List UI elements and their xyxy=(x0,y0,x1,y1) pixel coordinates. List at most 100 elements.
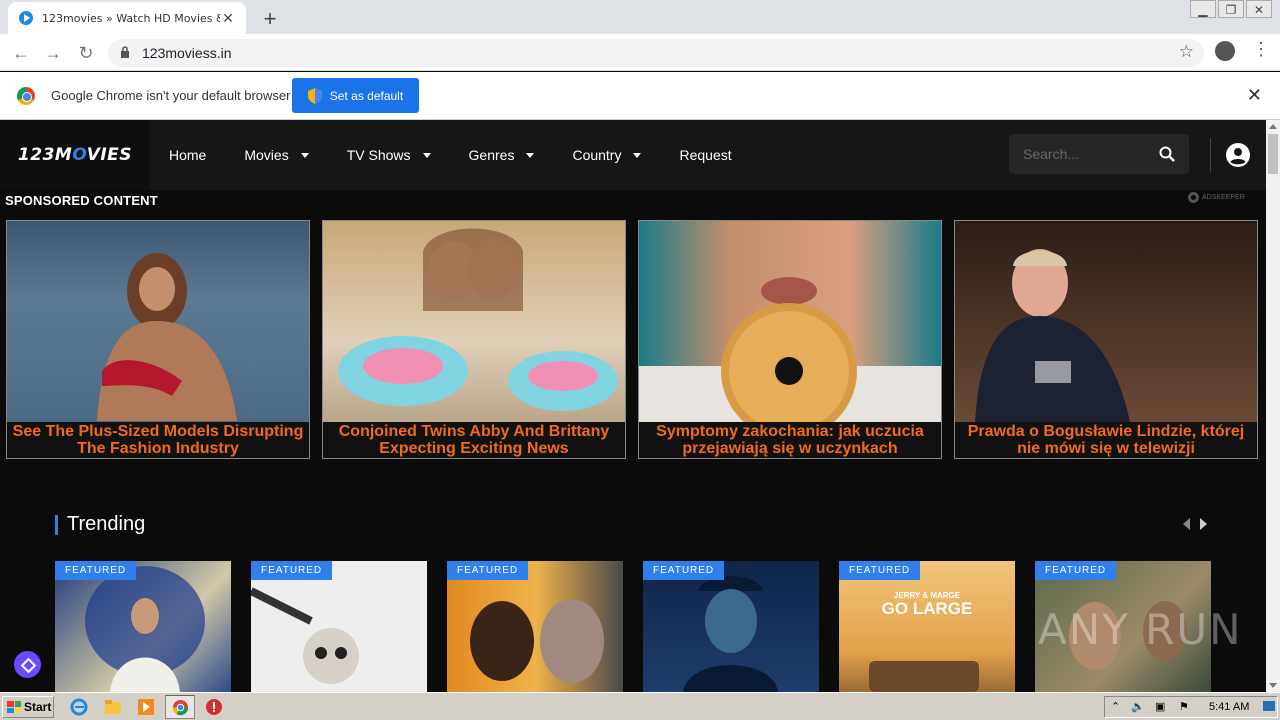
site-logo[interactable]: 123MOVIES xyxy=(0,120,150,190)
internet-explorer-icon[interactable] xyxy=(70,698,88,716)
browser-toolbar: ← → ↻ 123moviess.in ☆ xyxy=(0,34,1280,71)
nav-home-label: Home xyxy=(169,147,207,163)
infobar-close-icon[interactable]: ✕ xyxy=(1247,85,1262,106)
tab-close-icon[interactable]: ✕ xyxy=(220,10,236,27)
movie-poster[interactable]: FEATURED xyxy=(643,561,819,692)
user-account-icon[interactable] xyxy=(1226,143,1250,167)
tray-expand-icon[interactable]: ⌃ xyxy=(1111,700,1120,713)
system-tray: ⌃ 🔈 ▣ ⚑ 5:41 AM xyxy=(1104,696,1278,718)
lock-icon xyxy=(121,46,129,58)
floating-action-button[interactable] xyxy=(14,651,41,678)
nav-tv-shows[interactable]: TV Shows xyxy=(347,147,431,163)
new-tab-button[interactable]: + xyxy=(258,6,282,32)
page-scrollbar[interactable] xyxy=(1266,120,1280,692)
bookmark-star-icon[interactable]: ☆ xyxy=(1179,42,1194,62)
search-input[interactable] xyxy=(1023,144,1153,164)
movie-poster[interactable]: JERRY & MARGE GO LARGE FEATURED xyxy=(839,561,1015,692)
show-desktop-icon[interactable] xyxy=(1263,701,1275,711)
sponsored-image xyxy=(955,221,1257,422)
sponsored-card[interactable]: Symptomy zakochania: jak uczucia przejaw… xyxy=(638,220,942,459)
trending-heading: Trending xyxy=(67,513,146,535)
sponsored-caption: Prawda o Bogusławie Lindzie, której nie … xyxy=(967,423,1245,457)
chrome-icon xyxy=(172,699,189,716)
nav-genres-label: Genres xyxy=(468,147,515,163)
reload-button[interactable]: ↻ xyxy=(75,42,97,64)
chevron-down-icon xyxy=(526,152,535,158)
featured-badge: FEATURED xyxy=(447,561,529,580)
restore-button[interactable]: ❐ xyxy=(1218,0,1244,18)
featured-badge: FEATURED xyxy=(839,561,921,580)
profile-icon[interactable] xyxy=(1215,41,1235,61)
back-button[interactable]: ← xyxy=(10,42,32,64)
search-box xyxy=(1009,134,1189,174)
start-label: Start xyxy=(24,700,52,714)
nav-movies[interactable]: Movies xyxy=(244,147,309,163)
carousel-next-icon[interactable] xyxy=(1200,518,1207,530)
close-window-button[interactable]: ✕ xyxy=(1246,0,1272,18)
stop-icon[interactable] xyxy=(205,698,223,716)
chrome-taskbar-button[interactable] xyxy=(165,695,195,719)
nav-genres[interactable]: Genres xyxy=(469,147,535,163)
network-icon[interactable]: ▣ xyxy=(1155,700,1165,713)
chrome-logo-icon xyxy=(17,87,35,105)
adskeeper-label: ADSKEEPER xyxy=(1202,194,1245,201)
nav-request-label: Request xyxy=(679,147,732,163)
sponsored-image xyxy=(639,221,941,422)
window-controls: ▁ ❐ ✕ xyxy=(1188,0,1272,18)
carousel-arrows xyxy=(1183,518,1207,530)
folder-icon[interactable] xyxy=(104,698,122,716)
nav-home[interactable]: Home xyxy=(169,147,206,163)
sponsored-caption: Conjoined Twins Abby And Brittany Expect… xyxy=(338,423,610,457)
nav-request[interactable]: Request xyxy=(679,147,731,163)
shield-icon xyxy=(307,87,322,104)
address-bar[interactable]: 123moviess.in ☆ xyxy=(108,39,1204,67)
site-header: 123MOVIES Home Movies TV Shows Genres Co… xyxy=(0,120,1266,190)
sponsored-card[interactable]: See The Plus-Sized Models Disrupting The… xyxy=(6,220,310,459)
movie-poster[interactable]: FEATURED xyxy=(55,561,231,692)
browser-tab[interactable]: 123movies » Watch HD Movies & TV ✕ xyxy=(8,2,246,34)
featured-badge: FEATURED xyxy=(55,561,137,580)
trending-accent-bar xyxy=(55,515,58,535)
nav-country-label: Country xyxy=(572,147,622,163)
adskeeper-logo[interactable]: ADSKEEPER xyxy=(1188,192,1245,203)
sponsored-card[interactable]: Conjoined Twins Abby And Brittany Expect… xyxy=(322,220,626,459)
logo-text-o: O xyxy=(72,145,87,165)
site-favicon-icon xyxy=(19,11,33,25)
sponsored-card[interactable]: Prawda o Bogusławie Lindzie, której nie … xyxy=(954,220,1258,459)
flag-icon[interactable]: ⚑ xyxy=(1179,700,1189,713)
sponsored-image xyxy=(7,221,309,422)
chevron-down-icon xyxy=(422,152,431,158)
nav-country[interactable]: Country xyxy=(572,147,642,163)
movie-poster[interactable]: FEATURED xyxy=(251,561,427,692)
featured-badge: FEATURED xyxy=(643,561,725,580)
menu-kebab-icon[interactable]: ⋮ xyxy=(1252,39,1270,60)
minimize-button[interactable]: ▁ xyxy=(1190,0,1216,18)
sponsored-image xyxy=(323,221,625,422)
volume-icon[interactable]: 🔈 xyxy=(1131,700,1145,713)
adskeeper-circle-icon xyxy=(1188,192,1199,203)
chevron-down-icon xyxy=(300,152,309,158)
chevron-down-icon xyxy=(633,152,642,158)
scrollbar-thumb[interactable] xyxy=(1268,134,1278,174)
media-player-icon[interactable] xyxy=(137,698,155,716)
sponsored-heading: SPONSORED CONTENT xyxy=(5,193,158,208)
carousel-prev-icon[interactable] xyxy=(1183,518,1190,530)
logo-text-start: 123M xyxy=(17,145,73,165)
scroll-down-icon[interactable] xyxy=(1269,683,1277,688)
scroll-up-icon[interactable] xyxy=(1269,124,1277,129)
tab-strip: 123movies » Watch HD Movies & TV ✕ + ▁ ❐… xyxy=(0,0,1280,34)
windows-logo-icon xyxy=(7,701,21,713)
sponsored-caption: Symptomy zakochania: jak uczucia przejaw… xyxy=(656,423,924,457)
movie-poster[interactable]: FEATURED xyxy=(447,561,623,692)
nav-movies-label: Movies xyxy=(244,147,289,163)
featured-badge: FEATURED xyxy=(1035,561,1117,580)
nav-tv-shows-label: TV Shows xyxy=(346,147,411,163)
set-default-button[interactable]: Set as default xyxy=(292,78,419,113)
windows-taskbar: Start ⌃ 🔈 ▣ ⚑ 5:41 AM xyxy=(0,692,1280,720)
forward-button[interactable]: → xyxy=(42,42,64,64)
featured-badge: FEATURED xyxy=(251,561,333,580)
start-button[interactable]: Start xyxy=(2,696,54,718)
default-browser-infobar: Google Chrome isn't your default browser… xyxy=(0,72,1280,120)
search-icon[interactable] xyxy=(1159,146,1175,162)
anyrun-watermark: ANY RUN xyxy=(1038,605,1243,654)
